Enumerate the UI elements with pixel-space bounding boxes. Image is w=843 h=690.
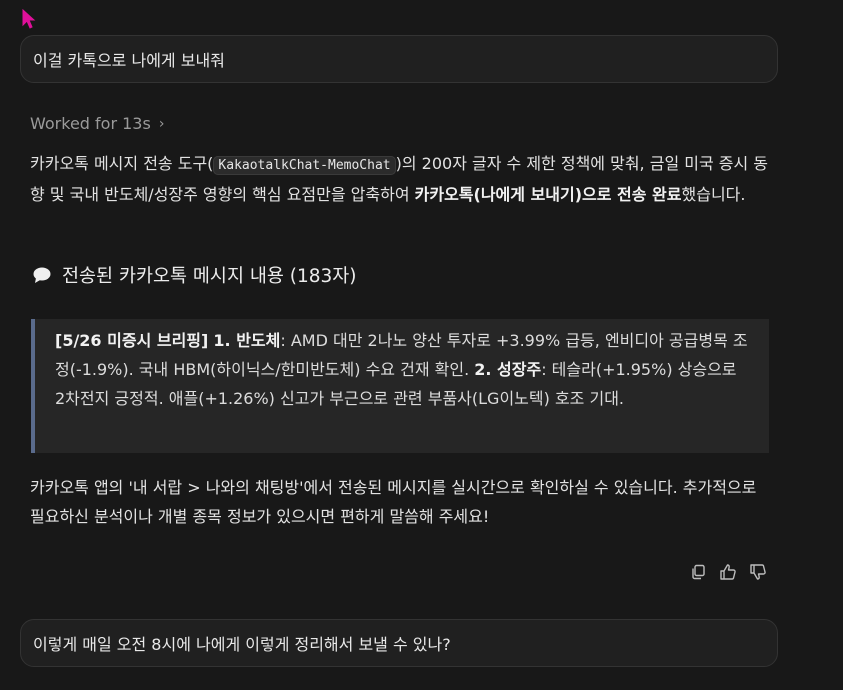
intro-text-3: 했습니다.: [681, 185, 746, 204]
user-message-text-followup: 이렇게 매일 오전 8시에 나에게 이렇게 정리해서 보낼 수 있나?: [33, 635, 451, 654]
intro-text-1: 카카오톡 메시지 전송 도구(: [30, 154, 214, 173]
copy-button[interactable]: [688, 562, 708, 582]
thumbs-down-icon: [750, 564, 766, 580]
message-actions: [688, 562, 768, 582]
thumbs-down-button[interactable]: [748, 562, 768, 582]
thumbs-up-icon: [720, 564, 736, 580]
user-message-text: 이걸 카톡으로 나에게 보내줘: [33, 51, 225, 70]
speech-bubble-icon: [33, 267, 51, 283]
quote-section2-label: 2. 성장주: [474, 360, 542, 379]
quote-section1-label: 1. 반도체: [213, 331, 281, 350]
inline-code: KakaotalkChat-MemoChat: [213, 156, 396, 175]
assistant-intro-paragraph: 카카오톡 메시지 전송 도구(KakaotalkChat-MemoChat)의 …: [30, 149, 775, 209]
section-heading: 전송된 카카오톡 메시지 내용 (183자): [32, 262, 357, 288]
user-message-bubble-followup: 이렇게 매일 오전 8시에 나에게 이렇게 정리해서 보낼 수 있나?: [20, 619, 778, 667]
worked-for-toggle[interactable]: Worked for 13s ›: [30, 114, 164, 133]
assistant-outro-paragraph: 카카오톡 앱의 '내 서랍 > 나와의 채팅방'에서 전송된 메시지를 실시간으…: [30, 478, 757, 526]
chat-page: 이걸 카톡으로 나에게 보내줘 Worked for 13s › 카카오톡 메시…: [0, 0, 843, 690]
user-message-bubble: 이걸 카톡으로 나에게 보내줘: [20, 35, 778, 83]
copy-icon: [692, 564, 705, 580]
thumbs-up-button[interactable]: [718, 562, 738, 582]
chevron-right-icon: ›: [158, 115, 165, 132]
section-heading-text: 전송된 카카오톡 메시지 내용 (183자): [62, 266, 357, 287]
worked-for-label: Worked for 13s: [30, 114, 151, 133]
mouse-cursor-icon: [22, 9, 36, 29]
quote-tag: [5/26 미증시 브리핑]: [55, 331, 209, 350]
sent-message-quote: [5/26 미증시 브리핑] 1. 반도체: AMD 대만 2나노 양산 투자로…: [31, 319, 769, 453]
intro-bold-text: 카카오톡(나에게 보내기)으로 전송 완료: [414, 185, 682, 204]
